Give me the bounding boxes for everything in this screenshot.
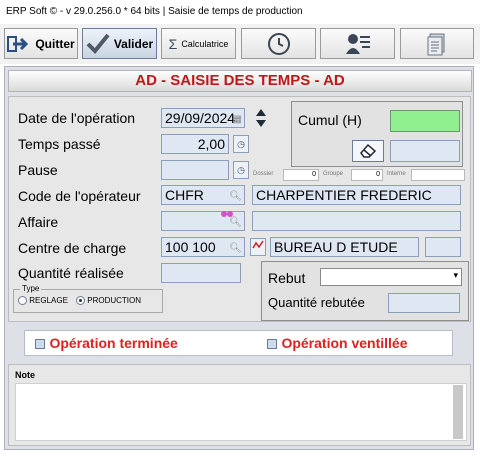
pause-label: Pause (18, 162, 58, 178)
options-box: Opération terminée Opération ventillée (24, 330, 453, 356)
cumul-secondary-field (390, 140, 460, 162)
operateur-code-value: CHFR (165, 187, 204, 203)
eraser-icon (360, 143, 377, 158)
radio-icon (18, 296, 27, 306)
stopwatch-icon: ◷ (237, 165, 245, 175)
date-field[interactable]: 29/09/2024 ▦ (161, 108, 245, 128)
clock-icon (267, 32, 290, 55)
type-label: Type (20, 284, 42, 293)
centre-chart-button[interactable] (250, 238, 266, 256)
operateur-label: Code de l'opérateur (18, 188, 141, 204)
quantite-label: Quantité réalisée (18, 265, 124, 281)
quit-button[interactable]: Quitter (4, 28, 78, 59)
calculator-label: Calculatrice (181, 38, 229, 49)
documents-icon (427, 33, 445, 55)
temps-timer-button[interactable]: ◷ (233, 135, 249, 153)
checkbox-icon (35, 338, 45, 349)
dossier-field[interactable]: 0 (283, 169, 319, 181)
groupe-field[interactable]: 0 (351, 169, 383, 181)
checkmark-icon (86, 33, 110, 54)
toolbar: Quitter Valider Σ Calculatrice (0, 24, 480, 64)
rebut-select[interactable]: ▾ (320, 268, 462, 286)
interne-field[interactable] (411, 169, 465, 181)
cumul-box: Cumul (H) (291, 101, 463, 167)
link-icon (221, 205, 233, 217)
rebut-box: Rebut ▾ Quantité rebutée (261, 261, 469, 321)
terminee-option[interactable]: Opération terminée (35, 335, 178, 353)
date-value: 29/09/2024 (165, 110, 236, 126)
form-header: AD - SAISIE DES TEMPS - AD (8, 70, 472, 92)
production-label: PRODUCTION (87, 296, 142, 305)
ventillee-label: Opération ventillée (281, 335, 408, 351)
radio-selected-icon (76, 296, 85, 306)
chart-line-icon (252, 240, 264, 249)
centre-extra-field (425, 237, 461, 257)
search-icon: 🔍︎ (229, 243, 242, 254)
date-label: Date de l'opération (18, 110, 136, 126)
centre-code-field[interactable]: 100 100 🔍︎ (161, 237, 245, 257)
cumul-label: Cumul (H) (298, 112, 362, 128)
validate-label: Valider (113, 36, 154, 51)
operateur-code-field[interactable]: CHFR 🔍︎ (161, 185, 245, 205)
temps-field[interactable]: 2,00 (161, 134, 229, 154)
date-spinner[interactable] (255, 108, 267, 128)
groupe-label: Groupe (323, 171, 344, 177)
note-panel: Note (8, 364, 471, 446)
user-list-icon (345, 33, 370, 54)
stopwatch-icon: ◷ (237, 139, 245, 149)
ventillee-option[interactable]: Opération ventillée (267, 335, 408, 353)
sigma-icon: Σ (168, 35, 178, 52)
exit-arrow-icon (7, 35, 29, 52)
centre-code-value: 100 100 (165, 239, 216, 255)
qte-rebut-label: Quantité rebutée (268, 295, 365, 310)
affaire-label: Affaire (18, 214, 59, 230)
temps-label: Temps passé (18, 136, 101, 152)
cumul-value (390, 110, 460, 132)
qte-rebut-field[interactable] (388, 293, 460, 313)
rebut-label: Rebut (268, 270, 306, 286)
documents-button[interactable] (400, 28, 474, 59)
dossier-label: Dossier (253, 171, 274, 177)
quantite-field[interactable] (161, 263, 241, 283)
calendar-icon: ▦ (232, 114, 242, 125)
pause-timer-button[interactable]: ◷ (233, 161, 249, 179)
terminee-label: Opération terminée (49, 335, 178, 351)
reglage-label: REGLAGE (29, 296, 68, 305)
note-label: Note (15, 370, 35, 380)
calculator-button[interactable]: Σ Calculatrice (161, 28, 236, 59)
operator-list-button[interactable] (320, 28, 395, 59)
type-production-option[interactable]: PRODUCTION (76, 296, 142, 306)
note-scrollbar[interactable] (453, 385, 463, 439)
checkbox-icon (267, 338, 277, 349)
dropdown-arrow-icon: ▾ (453, 270, 458, 280)
centre-label: Centre de charge (18, 240, 127, 256)
window-title: ERP Soft © - v 29.0.256.0 * 64 bits | Sa… (0, 0, 480, 24)
search-icon: 🔍︎ (229, 191, 242, 202)
affaire-name-field (252, 211, 461, 231)
type-reglage-option[interactable]: REGLAGE (18, 296, 68, 306)
interne-label: Interne (387, 171, 406, 177)
validate-button[interactable]: Valider (82, 28, 157, 59)
type-group: Type REGLAGE PRODUCTION (13, 284, 163, 313)
pause-field[interactable] (161, 160, 229, 180)
up-down-arrows-icon (256, 109, 266, 127)
centre-name-field: BUREAU D ETUDE (270, 237, 419, 257)
clock-button[interactable] (241, 28, 316, 59)
quit-label: Quitter (35, 36, 75, 51)
note-textarea[interactable] (15, 383, 467, 441)
form-panel: Date de l'opération 29/09/2024 ▦ Temps p… (8, 96, 471, 322)
operateur-name-field: CHARPENTIER FREDERIC (252, 185, 461, 205)
clear-button[interactable] (352, 140, 384, 162)
